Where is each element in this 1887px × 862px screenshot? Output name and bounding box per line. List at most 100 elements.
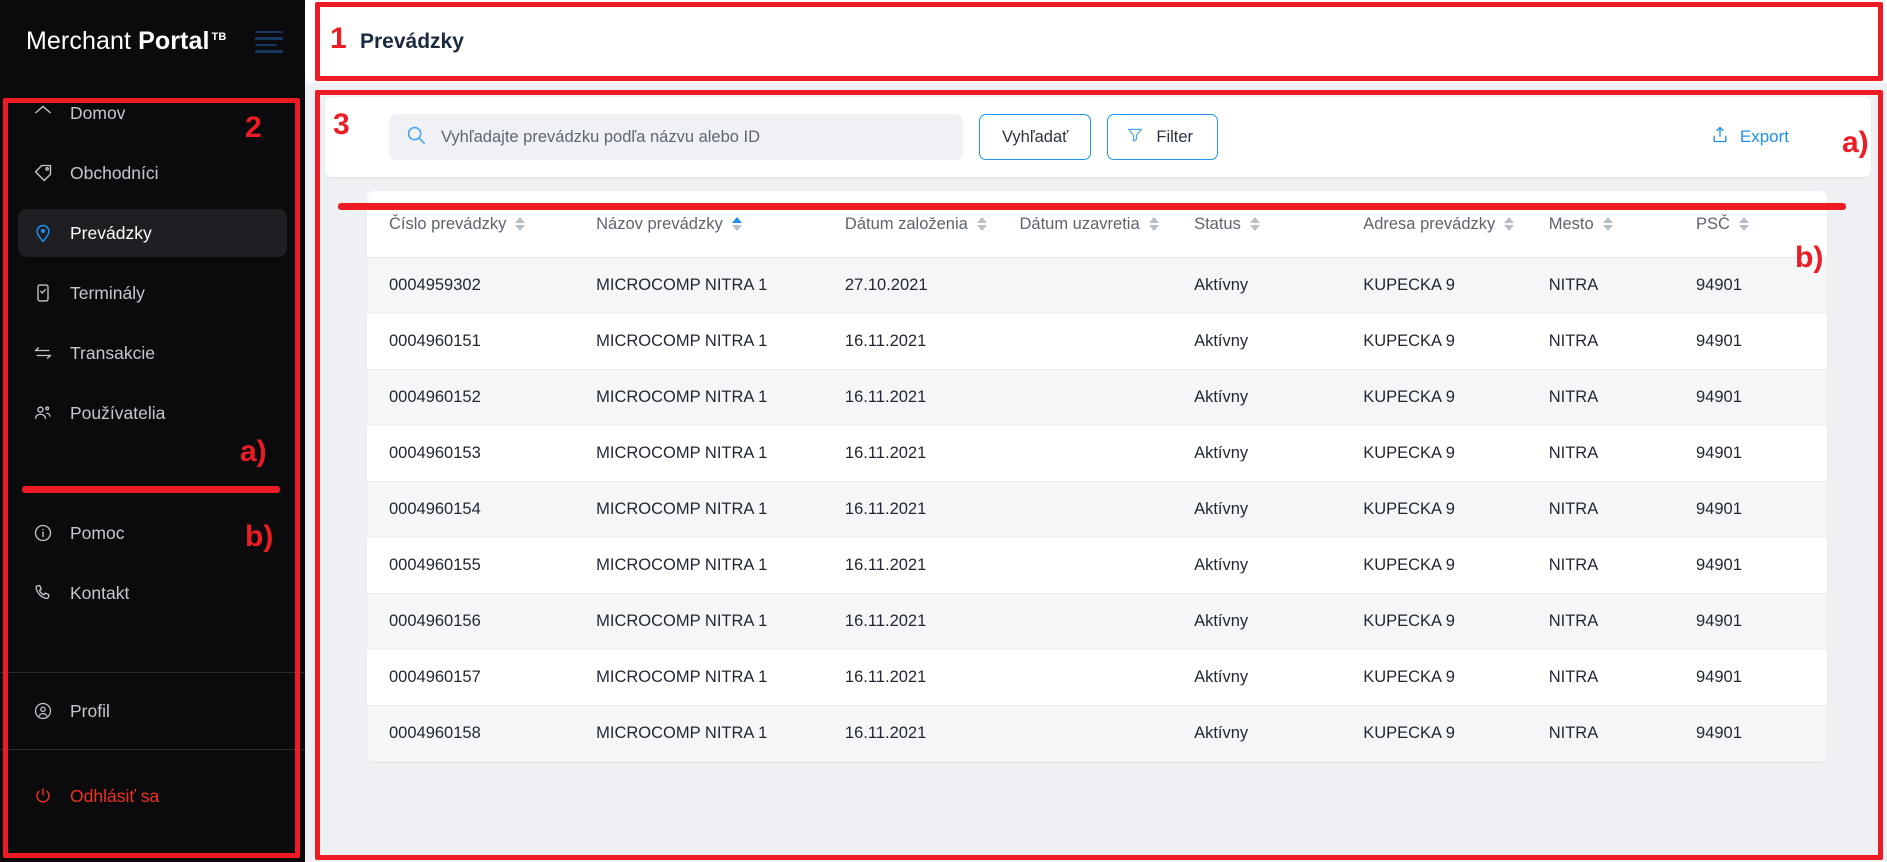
table-row[interactable]: 0004959302 MICROCOMP NITRA 1 27.10.2021 Akt… [367,257,1827,315]
sort-toggle-icon[interactable] [1738,217,1749,232]
sidebar-item-pouzivatelia[interactable]: Používatelia [18,389,287,437]
cell-psc: 94901 [1696,257,1827,315]
cell-datum-zalozenia: 16.11.2021 [844,313,1020,371]
sidebar-item-prevadzky[interactable]: Prevádzky [18,209,287,257]
location-pin-icon [32,222,54,244]
sidebar: Merchant Portal TB Domov Obchodníci Prev… [0,0,305,862]
cell-mesto: NITRA [1548,593,1696,651]
cell-datum-uzavretia [1019,369,1195,427]
brand-header: Merchant Portal TB [0,0,305,83]
cell-psc: 94901 [1696,425,1827,483]
cell-datum-uzavretia [1019,313,1195,371]
tag-icon [32,162,54,184]
column-label: Číslo prevádzky [389,215,507,233]
cell-cislo: 0004960157 [367,649,597,707]
sidebar-item-transakcie[interactable]: Transakcie [18,329,287,377]
table-row[interactable]: 0004960152 MICROCOMP NITRA 1 16.11.2021 Akt… [367,369,1827,427]
table-row[interactable]: 0004960158 MICROCOMP NITRA 1 16.11.2021 Akt… [367,705,1827,763]
table-row[interactable]: 0004960154 MICROCOMP NITRA 1 16.11.2021 Akt… [367,481,1827,539]
locations-table: Číslo prevádzky Názov prevádzky Dátum za… [367,191,1827,763]
search-input[interactable] [441,127,947,147]
cell-mesto: NITRA [1548,705,1696,763]
search-field-wrapper[interactable] [389,114,963,160]
column-header-datum-zalozenia[interactable]: Dátum založenia [844,191,1020,259]
primary-navigation: Domov Obchodníci Prevádzky Terminály Tra… [0,83,305,449]
search-icon [405,124,427,151]
sort-toggle-icon[interactable] [1504,217,1515,232]
cell-adresa: KUPECKA 9 [1363,257,1549,315]
sidebar-item-obchodnici[interactable]: Obchodníci [18,149,287,197]
cell-cislo: 0004960158 [367,705,597,763]
sidebar-label-prevadzky: Prevádzky [70,222,152,243]
hamburger-icon[interactable] [255,27,283,57]
column-header-status[interactable]: Status [1194,191,1364,259]
table-row[interactable]: 0004960153 MICROCOMP NITRA 1 16.11.2021 Akt… [367,425,1827,483]
column-header-adresa-prevadzky[interactable]: Adresa prevádzky [1363,191,1549,259]
cell-nazov: MICROCOMP NITRA 1 [596,705,845,763]
home-icon [32,102,54,124]
cell-psc: 94901 [1696,705,1827,763]
sidebar-label-transakcie: Transakcie [70,342,155,363]
info-circle-icon [32,522,54,544]
support-navigation: Pomoc Kontakt [0,503,305,629]
sort-toggle-icon[interactable] [1249,217,1260,232]
column-header-cislo-prevadzky[interactable]: Číslo prevádzky [367,191,597,259]
table-row[interactable]: 0004960151 MICROCOMP NITRA 1 16.11.2021 Akt… [367,313,1827,371]
column-header-psc[interactable]: PSČ [1696,191,1827,259]
cell-datum-zalozenia: 27.10.2021 [844,257,1020,315]
cell-nazov: MICROCOMP NITRA 1 [596,593,845,651]
sidebar-label-domov: Domov [70,102,126,123]
sidebar-item-profil[interactable]: Profil [18,687,287,735]
cell-datum-uzavretia [1019,481,1195,539]
search-button[interactable]: Vyhľadať [979,114,1092,160]
app-logo[interactable]: Merchant Portal TB [26,27,226,56]
sidebar-item-kontakt[interactable]: Kontakt [18,569,287,617]
cell-adresa: KUPECKA 9 [1363,537,1549,595]
table-row[interactable]: 0004960156 MICROCOMP NITRA 1 16.11.2021 Akt… [367,593,1827,651]
table-row[interactable]: 0004960157 MICROCOMP NITRA 1 16.11.2021 Akt… [367,649,1827,707]
sort-toggle-icon-active[interactable] [731,217,742,232]
user-circle-icon [32,700,54,722]
cell-nazov: MICROCOMP NITRA 1 [596,649,845,707]
cell-status: Aktívny [1194,593,1364,651]
sidebar-label-profil: Profil [70,700,110,721]
cell-datum-uzavretia [1019,537,1195,595]
sidebar-item-logout[interactable]: Odhlásiť sa [18,772,287,820]
cell-datum-zalozenia: 16.11.2021 [844,649,1020,707]
merchant-portal-app: Merchant Portal TB Domov Obchodníci Prev… [0,0,1887,862]
table-header-row: Číslo prevádzky Názov prevádzky Dátum za… [367,191,1827,259]
column-header-mesto[interactable]: Mesto [1548,191,1696,259]
cell-mesto: NITRA [1548,481,1696,539]
cell-datum-uzavretia [1019,425,1195,483]
column-label: Názov prevádzky [596,215,723,233]
cell-datum-uzavretia [1019,705,1195,763]
cell-mesto: NITRA [1548,369,1696,427]
content-area: Vyhľadať Filter Export [305,83,1887,862]
sidebar-item-domov[interactable]: Domov [18,89,287,137]
table-row[interactable]: 0004960155 MICROCOMP NITRA 1 16.11.2021 Akt… [367,537,1827,595]
sort-toggle-icon[interactable] [1148,217,1159,232]
cell-nazov: MICROCOMP NITRA 1 [596,425,845,483]
column-label: Status [1194,215,1241,233]
cell-mesto: NITRA [1548,649,1696,707]
cell-status: Aktívny [1194,481,1364,539]
cell-psc: 94901 [1696,481,1827,539]
sort-toggle-icon[interactable] [976,217,987,232]
cell-adresa: KUPECKA 9 [1363,425,1549,483]
logo-word-merchant: Merchant [26,27,139,55]
sidebar-item-terminaly[interactable]: Terminály [18,269,287,317]
sort-toggle-icon[interactable] [1602,217,1613,232]
cell-datum-uzavretia [1019,649,1195,707]
cell-cislo: 0004960155 [367,537,597,595]
sort-toggle-icon[interactable] [515,217,526,232]
column-header-nazov-prevadzky[interactable]: Názov prevádzky [596,191,845,259]
sidebar-item-pomoc[interactable]: Pomoc [18,509,287,557]
filter-button[interactable]: Filter [1107,114,1219,160]
trademark-label: TB [211,30,227,43]
column-header-datum-uzavretia[interactable]: Dátum uzavretia [1019,191,1195,259]
sidebar-label-terminaly: Terminály [70,282,145,303]
page-title: Prevádzky [360,29,464,53]
export-button[interactable]: Export [1710,125,1845,150]
sidebar-label-pomoc: Pomoc [70,522,125,543]
cell-mesto: NITRA [1548,257,1696,315]
